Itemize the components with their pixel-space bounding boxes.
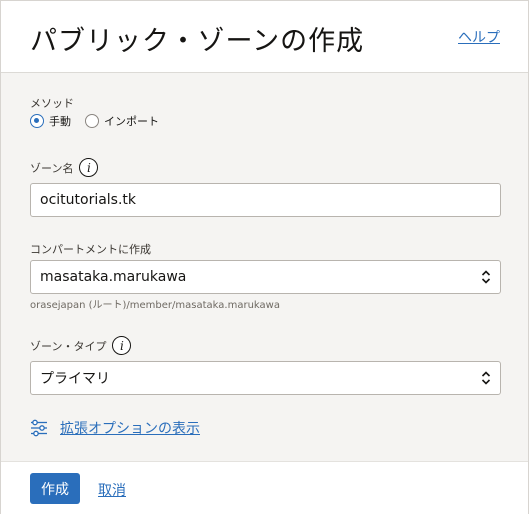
compartment-label: コンパートメントに作成 (30, 243, 151, 256)
zone-type-label: ゾーン・タイプ (30, 339, 107, 353)
zone-type-value: プライマリ (40, 371, 110, 387)
zone-name-label-row: ゾーン名 i (30, 158, 99, 177)
create-public-zone-panel: パブリック・ゾーンの作成 ヘルプ メソッド 手動 インポート ゾーン名 i oc… (0, 0, 529, 514)
radio-checked-icon (30, 114, 44, 128)
compartment-value: masataka.marukawa (40, 269, 187, 285)
panel-footer: 作成 取消 (1, 461, 528, 514)
compartment-path: orasejapan (ルート)/member/masataka.marukaw… (30, 300, 280, 311)
show-advanced-options-link[interactable]: 拡張オプションの表示 (30, 418, 200, 438)
method-radio-group: 手動 インポート (30, 113, 159, 129)
create-button[interactable]: 作成 (30, 473, 80, 504)
sliders-icon (31, 419, 47, 437)
advanced-options-label: 拡張オプションの表示 (60, 421, 200, 437)
select-chevron-icon (481, 270, 491, 284)
info-icon[interactable]: i (112, 336, 132, 355)
method-label: メソッド (30, 97, 74, 110)
method-radio-import[interactable]: インポート (85, 113, 159, 129)
info-icon[interactable]: i (79, 158, 99, 177)
compartment-select[interactable]: masataka.marukawa (30, 260, 501, 294)
cancel-link[interactable]: 取消 (98, 480, 126, 500)
method-radio-manual-label: 手動 (49, 115, 71, 128)
help-link[interactable]: ヘルプ (458, 27, 500, 47)
radio-unchecked-icon (85, 114, 99, 128)
zone-name-input[interactable]: ocitutorials.tk (30, 183, 501, 217)
page-title: パブリック・ゾーンの作成 (30, 26, 365, 57)
panel-header: パブリック・ゾーンの作成 ヘルプ (1, 1, 528, 73)
method-radio-manual[interactable]: 手動 (30, 113, 71, 129)
method-radio-import-label: インポート (104, 115, 159, 128)
zone-name-value: ocitutorials.tk (40, 192, 137, 208)
zone-type-select[interactable]: プライマリ (30, 361, 501, 395)
zone-name-label: ゾーン名 (30, 161, 74, 175)
zone-type-label-row: ゾーン・タイプ i (30, 336, 132, 355)
select-chevron-icon (481, 371, 491, 385)
